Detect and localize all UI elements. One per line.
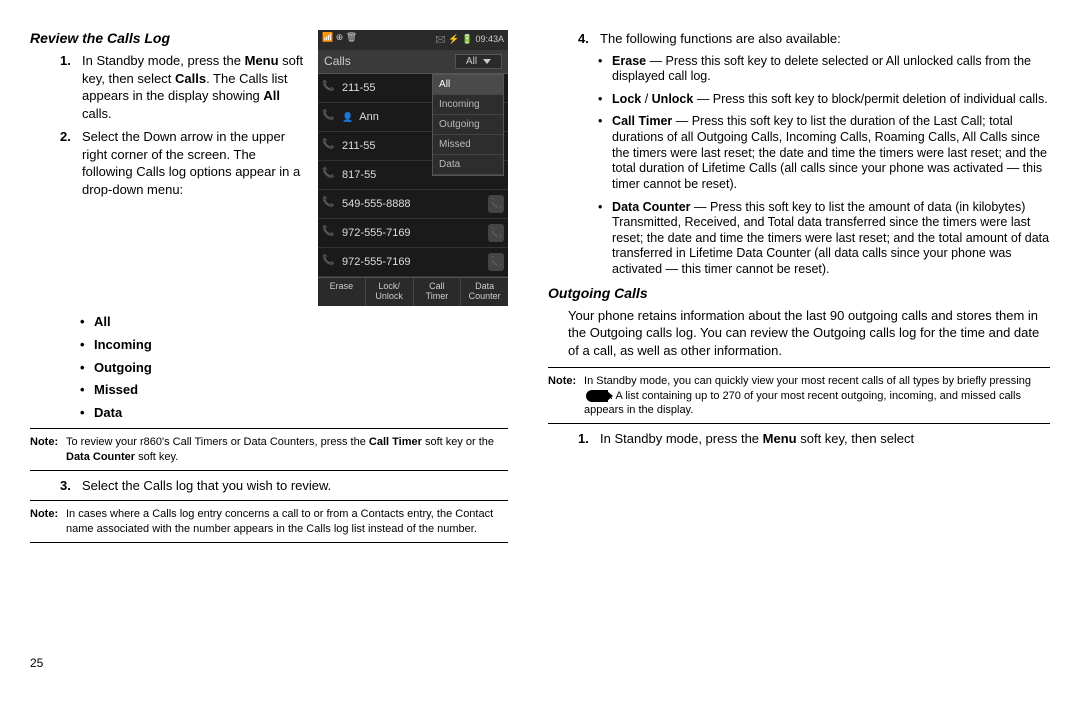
call-icon xyxy=(322,226,336,240)
heading-outgoing-calls: Outgoing Calls xyxy=(548,285,1050,301)
phone-screenshot: 📶 ⊕ 🗑 🖂 ⚡ 🔋 09:43A Calls All All Incomin… xyxy=(318,30,508,306)
option-all: All xyxy=(80,314,508,331)
filter-option-all[interactable]: All xyxy=(433,75,503,95)
call-icon xyxy=(322,139,336,153)
phone-softkeys: Erase Lock/ Unlock Call Timer Data Count… xyxy=(318,277,508,306)
right-column: 4. The following functions are also avai… xyxy=(548,30,1050,670)
call-icon xyxy=(322,168,336,182)
func-call-timer: Call Timer — Press this soft key to list… xyxy=(598,114,1050,192)
filter-option-incoming[interactable]: Incoming xyxy=(433,95,503,115)
chevron-down-icon xyxy=(483,59,491,64)
option-incoming: Incoming xyxy=(80,337,508,354)
step-3: 3. Select the Calls log that you wish to… xyxy=(60,477,508,495)
send-key-icon xyxy=(586,390,608,402)
page-number: 25 xyxy=(30,656,43,670)
phone-title: Calls xyxy=(324,54,351,69)
filter-dropdown[interactable]: All xyxy=(455,54,502,69)
phone-titlebar: Calls All xyxy=(318,50,508,74)
filter-menu: All Incoming Outgoing Missed Data xyxy=(432,74,504,176)
call-icon xyxy=(322,197,336,211)
filter-label: All xyxy=(466,56,477,67)
divider xyxy=(548,423,1050,424)
option-outgoing: Outgoing xyxy=(80,360,508,377)
dial-icon[interactable]: 📞 xyxy=(488,195,504,213)
heading-review-calls-log: Review the Calls Log xyxy=(30,30,308,46)
status-right: 🖂 ⚡ 🔋 09:43A xyxy=(435,32,504,48)
status-left: 📶 ⊕ 🗑 xyxy=(322,32,357,48)
divider xyxy=(30,428,508,429)
option-data: Data xyxy=(80,405,508,422)
phone-statusbar: 📶 ⊕ 🗑 🖂 ⚡ 🔋 09:43A xyxy=(318,30,508,50)
divider xyxy=(548,367,1050,368)
left-column: 📶 ⊕ 🗑 🖂 ⚡ 🔋 09:43A Calls All All Incomin… xyxy=(30,30,508,670)
func-erase: Erase — Press this soft key to delete se… xyxy=(598,54,1050,85)
divider xyxy=(30,500,508,501)
dial-icon[interactable]: 📞 xyxy=(488,224,504,242)
divider xyxy=(30,542,508,543)
softkey-call-timer[interactable]: Call Timer xyxy=(414,278,462,306)
phone-call-list: All Incoming Outgoing Missed Data 211-55… xyxy=(318,74,508,277)
func-data-counter: Data Counter — Press this soft key to li… xyxy=(598,200,1050,278)
call-icon xyxy=(322,255,336,269)
filter-option-data[interactable]: Data xyxy=(433,155,503,175)
filter-option-outgoing[interactable]: Outgoing xyxy=(433,115,503,135)
divider xyxy=(30,470,508,471)
outgoing-step-1: 1. In Standby mode, press the Menu soft … xyxy=(578,430,1050,448)
func-lock-unlock: Lock / Unlock — Press this soft key to b… xyxy=(598,92,1050,108)
option-missed: Missed xyxy=(80,382,508,399)
list-item[interactable]: 972-555-7169📞 xyxy=(318,248,508,277)
call-icon xyxy=(322,110,336,124)
list-item[interactable]: 549-555-8888📞 xyxy=(318,190,508,219)
list-item[interactable]: 972-555-7169📞 xyxy=(318,219,508,248)
softkey-data-counter[interactable]: Data Counter xyxy=(461,278,508,306)
contact-icon: 👤 xyxy=(342,112,353,123)
softkey-erase[interactable]: Erase xyxy=(318,278,366,306)
dial-icon[interactable]: 📞 xyxy=(488,253,504,271)
step-1: 1. In Standby mode, press the Menu soft … xyxy=(60,52,308,122)
call-icon xyxy=(322,81,336,95)
step-2: 2. Select the Down arrow in the upper ri… xyxy=(60,128,308,198)
filter-option-missed[interactable]: Missed xyxy=(433,135,503,155)
outgoing-calls-description: Your phone retains information about the… xyxy=(568,307,1050,360)
note-timers: Note: To review your r860's Call Timers … xyxy=(30,435,508,464)
step-4: 4. The following functions are also avai… xyxy=(578,30,1050,48)
softkey-lock-unlock[interactable]: Lock/ Unlock xyxy=(366,278,414,306)
note-contacts: Note: In cases where a Calls log entry c… xyxy=(30,507,508,536)
note-standby-quick-view: Note: In Standby mode, you can quickly v… xyxy=(548,374,1050,417)
